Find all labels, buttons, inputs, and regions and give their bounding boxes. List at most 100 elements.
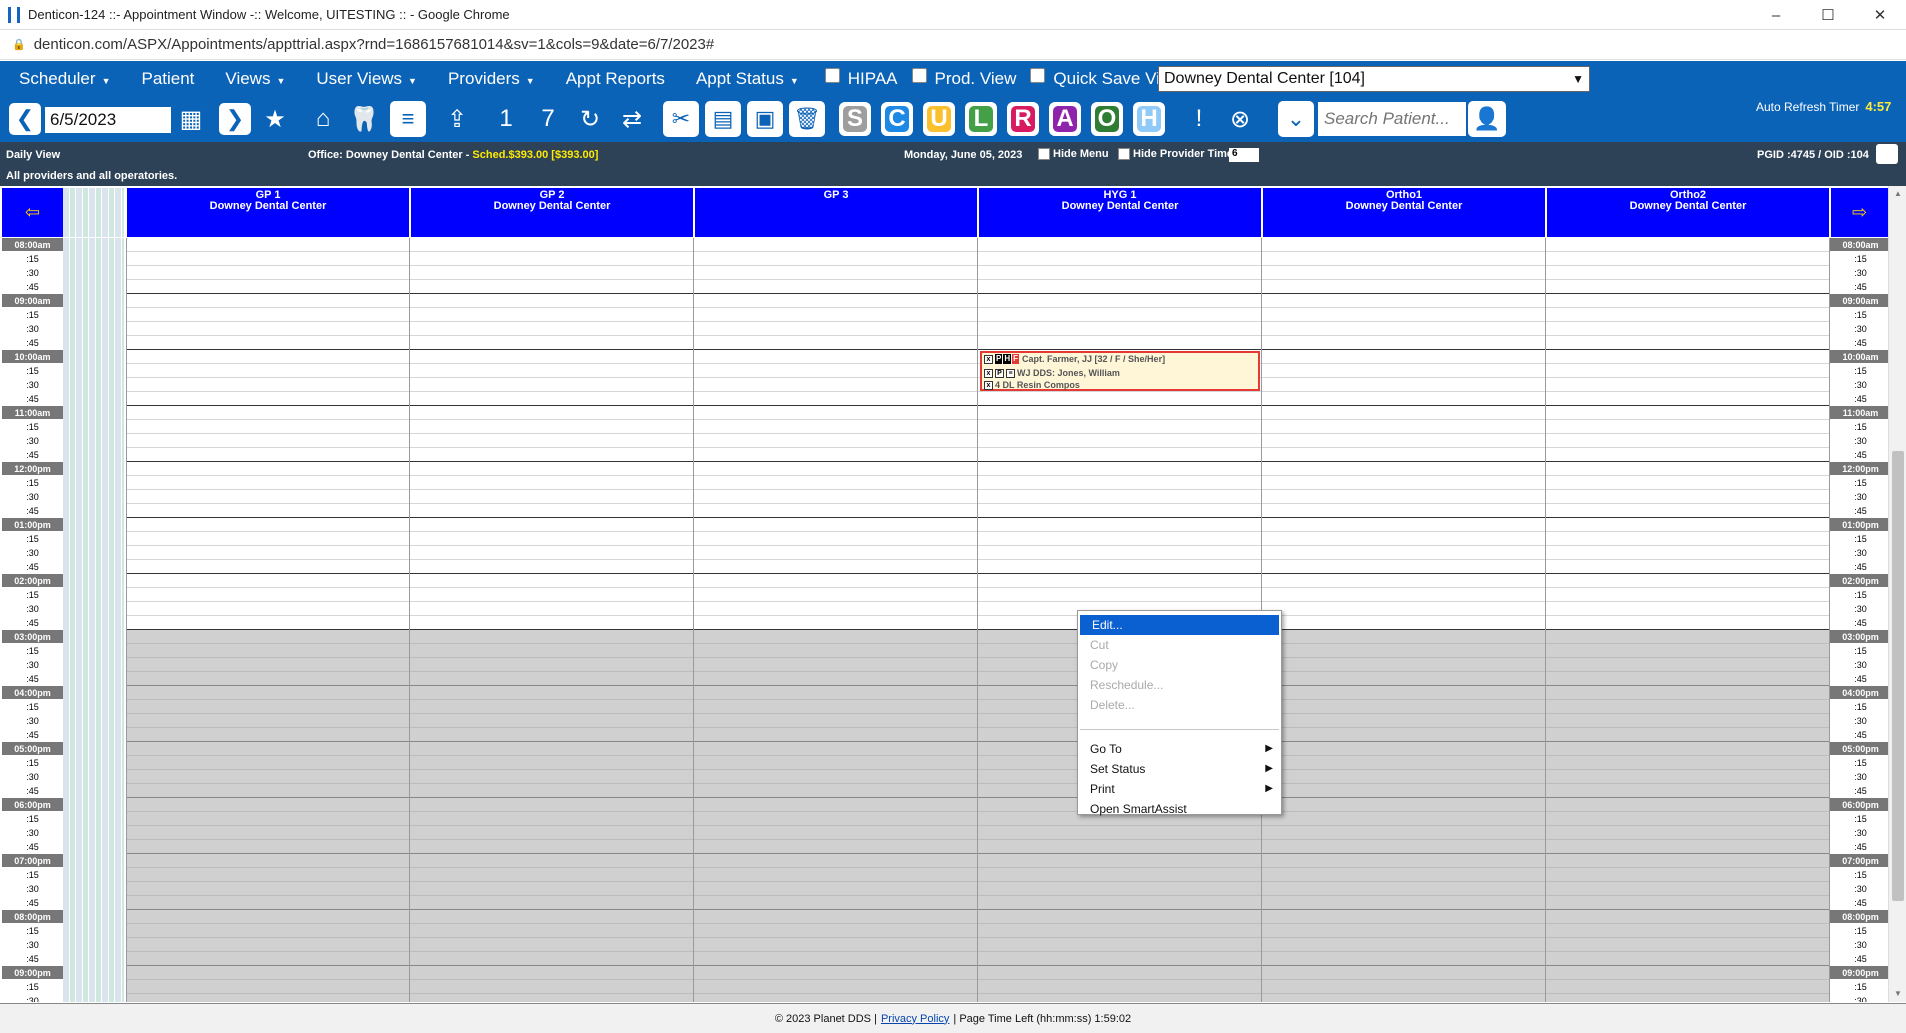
checkbox-box[interactable] (911, 67, 927, 83)
menu-appt-status[interactable]: Appt Status ▼ (677, 69, 811, 89)
status-o-button[interactable]: O (1091, 102, 1123, 136)
move-up-calendar-icon[interactable]: ⇪ (439, 101, 475, 137)
column-header-gp3[interactable]: GP 3 (695, 188, 977, 237)
sync-icon[interactable]: ⇄ (614, 101, 650, 137)
previous-day-button[interactable]: ❮ (9, 103, 41, 135)
column-divider (409, 238, 410, 1002)
checkbox-box[interactable] (824, 67, 840, 83)
context-go-to[interactable]: Go To ▶ (1078, 739, 1281, 759)
notes-icon[interactable]: ≡ (390, 101, 426, 137)
seven-day-calendar-icon[interactable]: 7 (530, 101, 566, 137)
time-label: 09:00am (1830, 294, 1888, 308)
url-text[interactable]: denticon.com/ASPX/Appointments/appttrial… (34, 36, 715, 53)
scroll-up-arrow-icon[interactable]: ▲ (1889, 186, 1906, 202)
prod-view-checkbox[interactable]: Prod. View (911, 67, 1017, 89)
app-logo-icon (8, 6, 20, 23)
appointment-close-icon[interactable]: x (984, 368, 993, 378)
column-header-ortho1[interactable]: Ortho1 Downey Dental Center (1263, 188, 1545, 237)
appointment-close-icon[interactable]: x (984, 380, 993, 390)
status-r-button[interactable]: R (1007, 102, 1039, 136)
office-select[interactable]: Downey Dental Center [104] ▼ (1158, 66, 1590, 92)
column-header-hyg1[interactable]: HYG 1 Downey Dental Center (979, 188, 1261, 237)
status-c-button[interactable]: C (881, 102, 913, 136)
delete-icon[interactable]: 🗑 (789, 101, 825, 137)
calendar-icon[interactable]: ▦ (173, 101, 209, 137)
privacy-policy-link[interactable]: Privacy Policy (881, 1013, 949, 1025)
context-label: Set Status (1090, 762, 1146, 776)
menu-providers[interactable]: Providers ▼ (429, 69, 547, 89)
hide-menu-checkbox[interactable] (1038, 148, 1050, 161)
time-label: 11:00am (2, 406, 63, 420)
scroll-left-arrow-icon[interactable]: ⇦ (2, 188, 63, 237)
cut-icon[interactable]: ✂ (663, 101, 699, 137)
minimize-button[interactable]: – (1750, 0, 1802, 30)
menu-scheduler[interactable]: Scheduler ▼ (0, 69, 122, 89)
hide-menu-option[interactable]: Hide Menu (1038, 148, 1109, 161)
close-window-button[interactable]: ✕ (1854, 0, 1906, 30)
alert-calendar-icon[interactable]: ! (1181, 101, 1217, 137)
hour-line (126, 405, 1830, 406)
scroll-right-arrow-icon[interactable]: ⇨ (1831, 188, 1888, 237)
hide-provider-time-checkbox[interactable] (1118, 148, 1130, 161)
hour-line (126, 741, 1830, 742)
time-label: 10:00am (1830, 350, 1888, 364)
context-edit[interactable]: Edit... (1080, 615, 1279, 635)
time-label: :15 (1830, 756, 1888, 770)
appointment-patient: Capt. Farmer, JJ [32 / F / She/Her] (1022, 354, 1166, 364)
menu-label: Providers (447, 69, 520, 88)
cancel-calendar-icon[interactable]: ⊗ (1222, 101, 1258, 137)
column-header-ortho2[interactable]: Ortho2 Downey Dental Center (1547, 188, 1829, 237)
column-header-gp2[interactable]: GP 2 Downey Dental Center (411, 188, 693, 237)
menu-patient[interactable]: Patient (122, 69, 206, 89)
printer-icon[interactable] (1876, 144, 1898, 164)
column-header-gp1[interactable]: GP 1 Downey Dental Center (127, 188, 409, 237)
schedule-body[interactable] (126, 238, 1830, 1002)
favorite-calendar-icon[interactable]: ★ (257, 101, 293, 137)
appointment-close-icon[interactable]: x (984, 354, 993, 364)
menu-appt-reports[interactable]: Appt Reports (547, 69, 677, 89)
maximize-button[interactable]: ☐ (1802, 0, 1854, 30)
appointment-block[interactable]: x P H F Capt. Farmer, JJ [32 / F / She/H… (980, 351, 1260, 391)
paste-icon[interactable]: ▣ (747, 101, 783, 137)
next-day-button[interactable]: ❯ (219, 103, 251, 135)
scrollbar-thumb[interactable] (1892, 451, 1904, 901)
menu-views[interactable]: Views ▼ (206, 69, 297, 89)
address-bar[interactable]: 🔒 denticon.com/ASPX/Appointments/appttri… (0, 30, 1906, 60)
context-print[interactable]: Print ▶ (1078, 779, 1281, 799)
context-set-status[interactable]: Set Status ▶ (1078, 759, 1281, 779)
time-label: :30 (1830, 322, 1888, 336)
caret-down-icon: ▼ (276, 76, 286, 86)
home-icon[interactable]: ⌂ (305, 101, 341, 137)
status-a-button[interactable]: A (1049, 102, 1081, 136)
refresh-icon[interactable]: ↻ (572, 101, 608, 137)
browser-title-bar: Denticon-124 ::- Appointment Window -:: … (0, 0, 1906, 30)
scroll-down-arrow-icon[interactable]: ▼ (1889, 986, 1906, 1002)
hipaa-checkbox[interactable]: HIPAA (824, 67, 898, 89)
status-h-button[interactable]: H (1133, 102, 1165, 136)
one-day-calendar-icon[interactable]: 1 (488, 101, 524, 137)
hide-provider-time-option[interactable]: Hide Provider Time (1118, 148, 1233, 161)
context-cut: Cut (1090, 638, 1109, 652)
status-s-button[interactable]: S (839, 102, 871, 136)
columns-select[interactable]: 6 (1229, 148, 1259, 162)
open-hours-area[interactable] (126, 238, 1830, 630)
context-label: Go To (1090, 742, 1122, 756)
time-hour-block: 09:00pm:15:30:45 (2, 966, 63, 1002)
time-label: :45 (2, 336, 63, 350)
context-open-smartassist[interactable]: Open SmartAssist (1078, 799, 1281, 819)
menu-user-views[interactable]: User Views ▼ (297, 69, 429, 89)
expand-down-icon[interactable]: ⌄ (1278, 101, 1314, 137)
checkbox-label: Prod. View (934, 69, 1017, 88)
status-l-button[interactable]: L (965, 102, 997, 136)
checkbox-box[interactable] (1030, 67, 1046, 83)
copy-document-icon[interactable]: ▤ (705, 101, 741, 137)
tooth-icon[interactable]: 🦷 (346, 101, 382, 137)
time-hour-block: 07:00pm:15:30:45 (1830, 854, 1888, 910)
hour-line (126, 797, 1830, 798)
time-label: 09:00pm (1830, 966, 1888, 980)
patient-search-icon[interactable]: 👤 (1468, 101, 1506, 137)
vertical-scrollbar[interactable]: ▲ ▼ (1888, 186, 1906, 1002)
search-patient-input[interactable] (1318, 102, 1466, 136)
status-u-button[interactable]: U (923, 102, 955, 136)
date-input[interactable] (45, 107, 171, 133)
